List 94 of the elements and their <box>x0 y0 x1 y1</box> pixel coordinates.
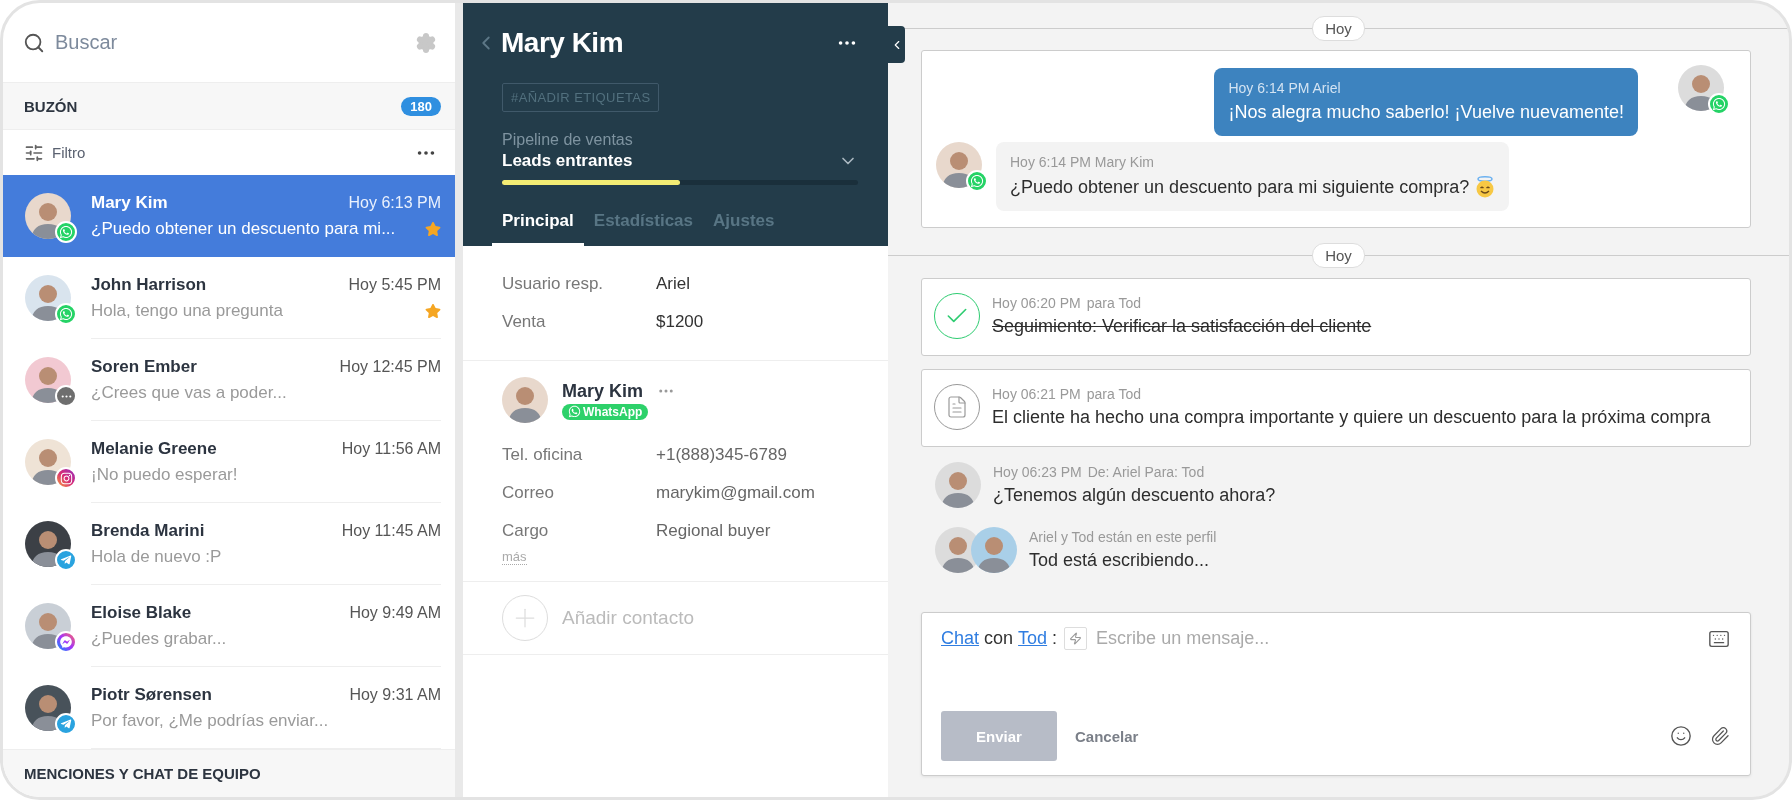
avatar <box>502 377 548 423</box>
section-title: BUZÓN <box>24 97 78 115</box>
message-preview: Por favor, ¿Me podrías enviar... <box>91 710 329 731</box>
avatar <box>25 685 71 731</box>
message-meta: Hoy 6:14 PM Mary Kim <box>1010 154 1155 170</box>
emoji-icon[interactable] <box>1670 725 1692 747</box>
tab[interactable]: Estadísticas <box>583 207 704 246</box>
field-label: Venta <box>502 312 547 332</box>
field-value: +1(888)345-6789 <box>656 445 788 465</box>
phone-bubble-icon <box>55 303 77 325</box>
contact-name: Melanie Greene <box>91 438 217 459</box>
event-time: Hoy 06:20 PM <box>992 295 1081 311</box>
collapse-button[interactable] <box>888 26 905 63</box>
count-badge: 180 <box>401 96 441 116</box>
avatar <box>971 527 1017 573</box>
conversation-item[interactable]: Mary Kim Hoy 6:13 PM ¿Puedo obtener un descuento para mi... <box>3 175 455 257</box>
sliders-icon[interactable] <box>24 142 44 163</box>
typing-text: Tod está escribiendo... <box>1029 550 1211 571</box>
message-preview: ¿Puedo obtener un descuento para mi... <box>91 219 396 239</box>
channel-link[interactable]: Chat <box>941 628 980 649</box>
typing-meta: Ariel y Tod están en este perfil <box>1029 529 1217 545</box>
avatar <box>1678 65 1724 111</box>
message-field[interactable]: Escribe un mensaje... <box>1094 627 1703 650</box>
section-title: MENCIONES Y CHAT DE EQUIPO <box>24 765 261 782</box>
message-preview: ¡No puedo esperar! <box>91 464 238 485</box>
search-field[interactable]: Buscar <box>53 30 407 55</box>
tab[interactable]: Ajustes <box>703 207 785 246</box>
more-link[interactable]: más <box>502 549 527 565</box>
field-value: Ariel <box>656 274 691 294</box>
avatar <box>25 193 71 239</box>
message-time: Hoy 11:45 AM <box>341 521 441 540</box>
message-preview: ¿Puedes grabar... <box>91 628 227 649</box>
avatar <box>25 603 71 649</box>
avatar <box>936 142 982 188</box>
date-chip: Hoy <box>1312 242 1365 268</box>
channel-tag: WhatsApp <box>562 403 649 420</box>
avatar <box>25 521 71 567</box>
contact-name: Soren Ember <box>91 356 197 377</box>
halo-smiley-icon <box>1475 176 1496 198</box>
event-text: El cliente ha hecho una compra importante y quiere un descuento para la próxima compra <box>992 407 1711 428</box>
field-value: marykim@gmail.com <box>656 483 816 503</box>
field-label: Correo <box>502 483 555 503</box>
pipeline-label: Pipeline de ventas <box>502 131 634 149</box>
field-label: Cargo <box>502 521 550 541</box>
lightning-icon[interactable] <box>1064 627 1088 650</box>
event-recipient: para Tod <box>1086 386 1141 402</box>
avatar <box>25 275 71 321</box>
contact-name: Piotr Sørensen <box>91 684 212 705</box>
tab[interactable]: Principal <box>492 207 584 246</box>
profile-title: Mary Kim <box>501 27 625 59</box>
message-time: Hoy 5:45 PM <box>348 275 441 294</box>
phone-bubble-icon <box>55 221 77 243</box>
filter-label[interactable]: Filtro <box>52 144 407 161</box>
message-text: ¡Nos alegra mucho saberlo! ¡Vuelve nuevamente! <box>1228 102 1624 123</box>
colon: : <box>1052 628 1058 649</box>
avatar <box>25 357 71 403</box>
contact-name: John Harrison <box>91 274 207 295</box>
cancel-button[interactable]: Cancelar <box>1075 727 1652 745</box>
date-chip: Hoy <box>1312 15 1365 41</box>
message-meta: Hoy 6:14 PM Ariel <box>1228 80 1342 96</box>
field-label: Tel. oficina <box>502 445 584 465</box>
pipeline-stage[interactable]: Leads entrantes <box>502 151 633 171</box>
field-value: $1200 <box>656 312 705 332</box>
event-recipient: para Tod <box>1086 295 1141 311</box>
field-label: Usuario resp. <box>502 274 605 294</box>
message-time: Hoy 11:56 AM <box>341 439 441 458</box>
message-time: Hoy 06:23 PM <box>993 464 1082 480</box>
event-time: Hoy 06:21 PM <box>992 386 1081 402</box>
avatar <box>935 462 981 508</box>
event-text: Seguimiento: Verificar la satisfacción del cliente <box>992 316 1372 337</box>
message-preview: Hola, tengo una pregunta <box>91 300 283 321</box>
field-value: Regional buyer <box>656 521 772 541</box>
joiner-word: con <box>984 628 1014 649</box>
message-time: Hoy 9:31 AM <box>349 685 441 704</box>
message-time: Hoy 9:49 AM <box>349 603 441 622</box>
message-preview: ¿Crees que vas a poder... <box>91 382 287 403</box>
avatar <box>25 439 71 485</box>
star-icon[interactable] <box>425 302 441 319</box>
recipient-link[interactable]: Tod <box>1018 628 1048 649</box>
message-time: Hoy 6:13 PM <box>348 194 441 212</box>
star-icon[interactable] <box>425 221 441 237</box>
camera-icon <box>55 467 77 489</box>
message-preview: Hola de nuevo :P <box>91 546 222 567</box>
contact-name: Eloise Blake <box>91 602 192 623</box>
message-time: Hoy 12:45 PM <box>339 357 441 376</box>
message-text: ¿Tenemos algún descuento ahora? <box>993 485 1276 506</box>
contact-name: Brenda Marini <box>91 520 205 541</box>
paperclip-icon[interactable] <box>1710 726 1730 746</box>
search-icon <box>23 31 45 54</box>
phone-bubble-icon <box>568 405 581 418</box>
message-meta: De: Ariel Para: Tod <box>1087 464 1205 480</box>
contact-name: Mary Kim <box>91 193 168 213</box>
message-text: ¿Puedo obtener un descuento para mi siguiente compra? <box>1010 176 1470 198</box>
contact-name: Mary Kim <box>562 380 644 402</box>
